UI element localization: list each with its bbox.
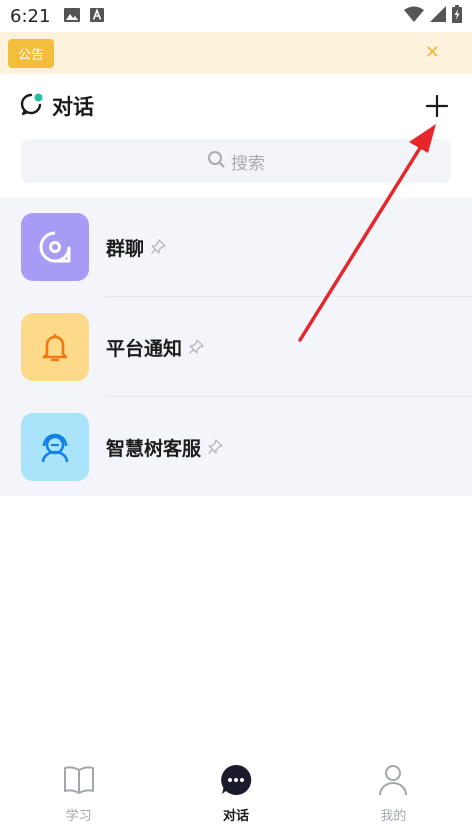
bell-icon [21,313,89,381]
add-conversation-button[interactable] [422,91,452,121]
search-placeholder: 搜索 [231,153,265,174]
customer-service-icon [21,413,89,481]
pin-icon [188,339,204,355]
chat-bubble-icon [219,763,253,797]
list-item-label: 平台通知 [106,337,183,360]
status-bar: 6:21 [0,0,472,32]
bottom-tab-bar: 学习 对话 我的 [0,753,472,839]
group-chat-icon [21,213,89,281]
conversation-list: 群聊 平台通知 智慧树客服 [0,198,472,496]
tab-label: 对话 [222,809,249,824]
notice-bar: 公告 ✕ [0,32,472,74]
list-item-label: 群聊 [106,237,145,260]
list-item-platform-notice[interactable]: 平台通知 [0,298,472,396]
plus-icon [426,95,448,117]
pin-icon [150,239,166,255]
notice-close-icon[interactable]: ✕ [425,44,440,62]
chat-logo-icon [20,92,44,120]
list-item-label: 智慧树客服 [106,437,202,460]
list-item-group-chat[interactable]: 群聊 [0,198,472,296]
image-icon [64,7,81,26]
font-a-icon [90,7,105,26]
list-item-customer-service[interactable]: 智慧树客服 [0,398,472,496]
tab-chat[interactable]: 对话 [157,753,314,839]
battery-charging-icon [452,5,462,27]
signal-icon [430,6,446,26]
pin-icon [207,439,223,455]
tab-study[interactable]: 学习 [0,753,157,839]
divider [105,396,472,397]
person-icon [376,763,410,797]
status-time: 6:21 [10,5,51,27]
tab-label: 我的 [380,809,407,824]
tab-mine[interactable]: 我的 [315,753,472,839]
divider [105,296,472,297]
tab-label: 学习 [65,809,92,824]
search-icon [207,150,225,173]
wifi-icon [404,6,424,26]
book-icon [62,763,96,797]
search-input[interactable]: 搜索 [21,139,451,183]
notice-tag: 公告 [8,38,55,68]
page-header: 对话 [0,82,472,130]
page-title: 对话 [52,95,94,119]
